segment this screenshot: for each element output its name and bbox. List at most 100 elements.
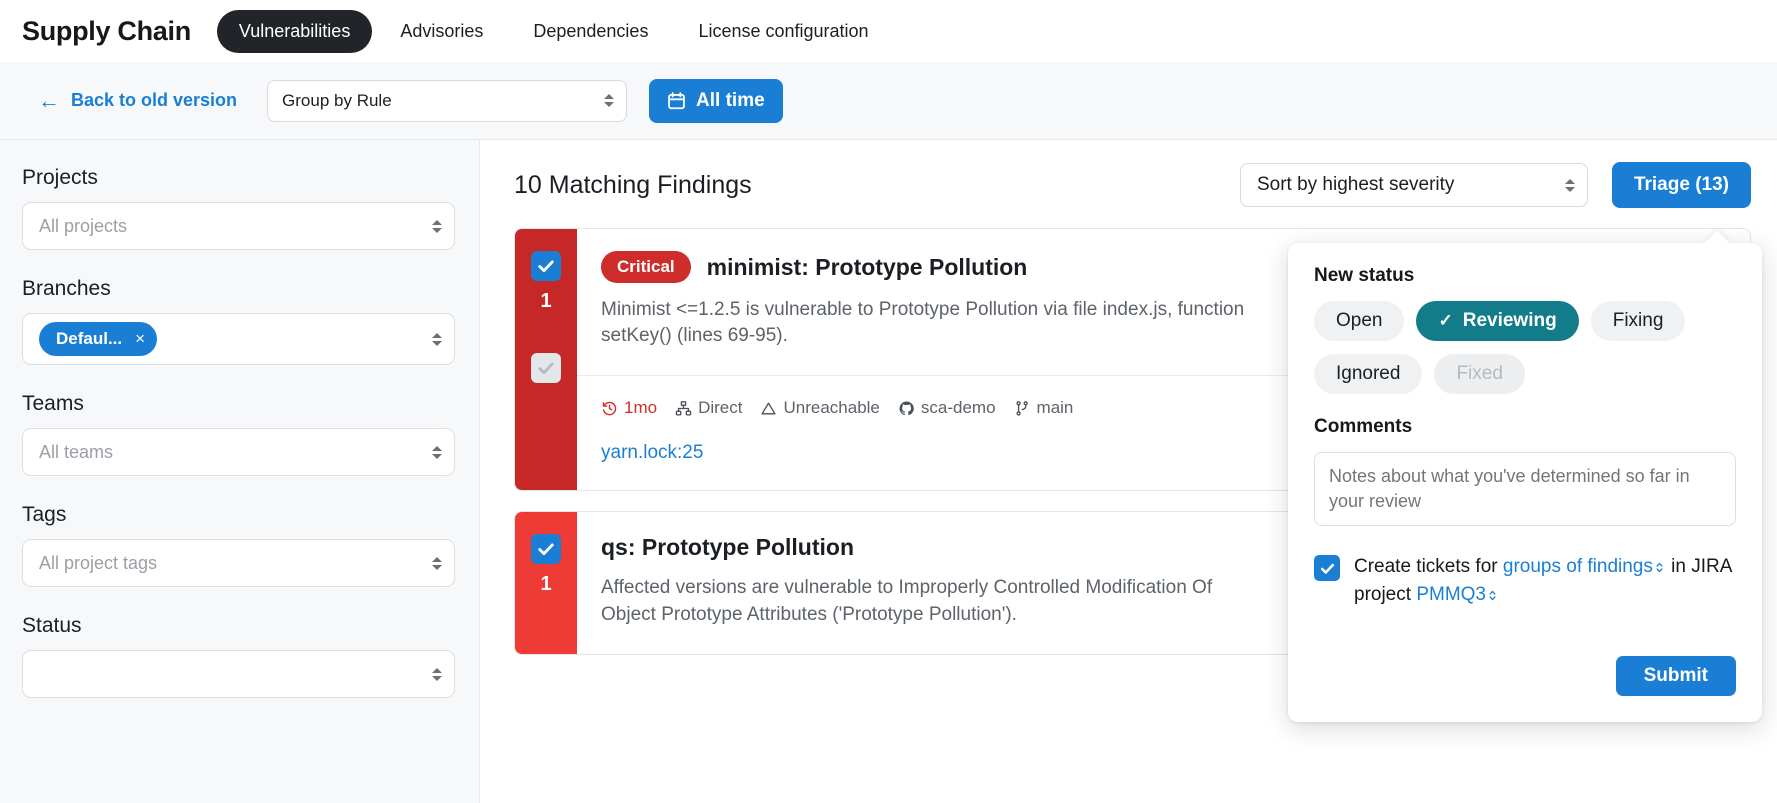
finding-checkbox[interactable] [531, 534, 561, 564]
meta-branch: main [1014, 398, 1074, 418]
tab-dependencies[interactable]: Dependencies [511, 10, 670, 53]
status-options-row-2: Ignored Fixed [1314, 354, 1736, 394]
triage-popover: New status Open ✓ Reviewing Fixing Ignor… [1288, 243, 1762, 722]
meta-reachability: Unreachable [760, 398, 879, 418]
meta-age-label: 1mo [624, 398, 657, 418]
jira-project-select[interactable]: PMMQ3 [1416, 584, 1486, 605]
meta-repo: sca-demo [898, 398, 996, 418]
back-to-old-version-label: Back to old version [71, 90, 237, 111]
check-icon [536, 358, 556, 378]
tags-placeholder: All project tags [39, 553, 157, 574]
filter-group-projects: Projects All projects [22, 166, 455, 250]
chevron-updown-icon[interactable] [1655, 561, 1664, 574]
finding-checkbox[interactable] [531, 251, 561, 281]
filter-group-status: Status [22, 614, 455, 698]
severity-rail: 1 [515, 229, 577, 490]
hierarchy-icon [675, 400, 692, 417]
filter-label-tags: Tags [22, 503, 455, 527]
projects-select[interactable]: All projects [22, 202, 455, 250]
severity-rail: 1 [515, 512, 577, 653]
teams-placeholder: All teams [39, 442, 113, 463]
triangle-warning-icon [760, 400, 777, 417]
group-by-value: Group by Rule [282, 91, 392, 111]
top-navigation: Supply Chain Vulnerabilities Advisories … [0, 0, 1777, 62]
status-badge: Critical [601, 251, 691, 283]
status-options-row-1: Open ✓ Reviewing Fixing [1314, 301, 1736, 341]
group-by-select[interactable]: Group by Rule [267, 80, 627, 122]
findings-header: 10 Matching Findings Sort by highest sev… [514, 162, 1751, 208]
back-to-old-version-link[interactable]: ← Back to old version [38, 90, 237, 112]
all-time-button[interactable]: All time [649, 79, 783, 123]
comments-input[interactable] [1314, 452, 1736, 526]
filter-group-teams: Teams All teams [22, 392, 455, 476]
status-select[interactable] [22, 650, 455, 698]
filter-group-tags: Tags All project tags [22, 503, 455, 587]
filter-label-projects: Projects [22, 166, 455, 190]
check-icon [1319, 560, 1336, 577]
chevron-updown-icon [431, 330, 443, 348]
tab-vulnerabilities[interactable]: Vulnerabilities [217, 10, 372, 53]
check-icon: ✓ [1438, 311, 1452, 331]
branch-chip-default[interactable]: Defaul... × [39, 322, 157, 356]
finding-title[interactable]: minimist: Prototype Pollution [707, 254, 1028, 281]
finding-file-link[interactable]: yarn.lock:25 [601, 442, 703, 464]
meta-age: 1mo [601, 398, 657, 418]
teams-select[interactable]: All teams [22, 428, 455, 476]
finding-count-badge: 1 [540, 290, 551, 313]
sort-select[interactable]: Sort by highest severity [1240, 163, 1588, 207]
filter-toolbar: ← Back to old version Group by Rule All … [0, 62, 1777, 140]
finding-description: Affected versions are vulnerable to Impr… [601, 575, 1261, 627]
sort-value: Sort by highest severity [1257, 174, 1454, 196]
ticket-scope-select[interactable]: groups of findings [1503, 556, 1653, 577]
tab-license-configuration[interactable]: License configuration [676, 10, 890, 53]
status-option-reviewing[interactable]: ✓ Reviewing [1416, 301, 1578, 341]
check-icon [536, 256, 556, 276]
close-icon[interactable]: × [135, 329, 145, 349]
status-option-open-label: Open [1336, 310, 1382, 332]
findings-count: 10 Matching Findings [514, 171, 752, 200]
filters-sidebar: Projects All projects Branches Defaul...… [0, 140, 480, 803]
tags-select[interactable]: All project tags [22, 539, 455, 587]
chevron-updown-icon [1564, 176, 1576, 194]
meta-branch-label: main [1037, 398, 1074, 418]
filter-label-branches: Branches [22, 277, 455, 301]
status-option-ignored[interactable]: Ignored [1314, 354, 1422, 394]
history-clock-icon [601, 400, 618, 417]
new-status-label: New status [1314, 265, 1736, 287]
finding-title[interactable]: qs: Prototype Pollution [601, 534, 854, 561]
jira-ticket-option: Create tickets for groups of findings in… [1314, 553, 1736, 608]
app-brand-title: Supply Chain [22, 16, 191, 47]
chevron-updown-icon [431, 665, 443, 683]
meta-reachability-label: Unreachable [783, 398, 879, 418]
comments-label: Comments [1314, 416, 1736, 438]
create-tickets-checkbox[interactable] [1314, 555, 1340, 581]
chevron-updown-icon [603, 92, 615, 110]
triage-button[interactable]: Triage (13) [1612, 162, 1751, 208]
filter-label-teams: Teams [22, 392, 455, 416]
calendar-icon [667, 91, 686, 111]
filter-label-status: Status [22, 614, 455, 638]
branches-select[interactable]: Defaul... × [22, 313, 455, 365]
git-branch-icon [1014, 400, 1031, 417]
chevron-updown-icon [431, 554, 443, 572]
branch-chip-label: Defaul... [56, 329, 122, 349]
status-option-open[interactable]: Open [1314, 301, 1404, 341]
check-icon [536, 539, 556, 559]
meta-dependency-label: Direct [698, 398, 742, 418]
chevron-updown-icon [431, 217, 443, 235]
finding-count-badge: 1 [540, 573, 551, 596]
status-option-fixing-label: Fixing [1613, 310, 1664, 332]
tab-advisories[interactable]: Advisories [378, 10, 505, 53]
arrow-left-icon: ← [38, 90, 60, 112]
status-option-reviewing-label: Reviewing [1463, 310, 1557, 332]
status-option-ignored-label: Ignored [1336, 363, 1400, 385]
all-time-label: All time [696, 90, 765, 112]
finding-instance-checkbox[interactable] [531, 353, 561, 383]
meta-repo-label: sca-demo [921, 398, 996, 418]
status-option-fixing[interactable]: Fixing [1591, 301, 1686, 341]
chevron-updown-icon[interactable] [1488, 589, 1497, 602]
status-option-fixed: Fixed [1434, 354, 1524, 394]
status-option-fixed-label: Fixed [1456, 363, 1502, 385]
submit-button[interactable]: Submit [1616, 656, 1736, 696]
meta-dependency: Direct [675, 398, 742, 418]
